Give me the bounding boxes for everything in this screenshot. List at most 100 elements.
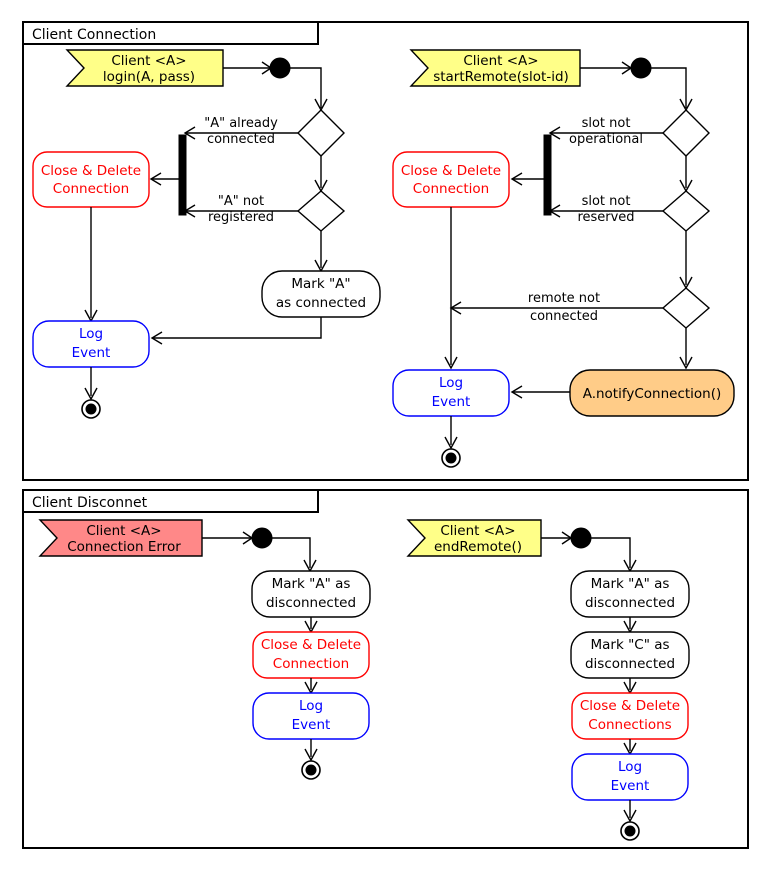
edge-label-line2: registered bbox=[208, 210, 274, 225]
signal-end-remote-line2: endRemote() bbox=[434, 539, 522, 555]
edge-label-line2: connected bbox=[207, 132, 275, 147]
action-shape bbox=[32, 151, 150, 208]
edge-label-line2: reserved bbox=[577, 210, 634, 225]
edge-label-a-not-registered: "A" not registered bbox=[208, 194, 274, 225]
edge-label-line2: connected bbox=[530, 309, 598, 324]
action-label-line2: Event bbox=[72, 345, 111, 361]
edge-mark-a-connected-to-log-event-1 bbox=[153, 317, 322, 339]
final-node-3 bbox=[301, 760, 321, 780]
frame-title-client-disconnet: Client Disconnet bbox=[32, 495, 148, 511]
action-close-delete-connection-3[interactable]: Close & Delete Connection bbox=[252, 631, 370, 679]
action-label-line2: as connected bbox=[276, 295, 366, 311]
edge-label-slot-not-reserved: slot not reserved bbox=[577, 194, 634, 225]
action-label-line2: Connection bbox=[413, 181, 489, 197]
action-close-delete-connection-1[interactable]: Close & Delete Connection bbox=[32, 151, 150, 208]
edge-label-slot-not-operational: slot not operational bbox=[569, 116, 643, 147]
signal-connection-error-line1: Client <A> bbox=[86, 523, 161, 539]
action-label-line2: Event bbox=[611, 778, 650, 794]
action-log-event-2[interactable]: Log Event bbox=[392, 369, 510, 417]
action-log-event-3[interactable]: Log Event bbox=[252, 692, 370, 740]
decision-slot-not-operational bbox=[662, 109, 710, 157]
initial-node-end-remote bbox=[541, 527, 592, 549]
signal-end-remote-line1: Client <A> bbox=[440, 523, 515, 539]
decision-diamond bbox=[296, 190, 346, 232]
initial-node-dot bbox=[570, 527, 592, 549]
action-log-event-1[interactable]: Log Event bbox=[32, 320, 150, 368]
action-label-line1: Close & Delete bbox=[41, 163, 141, 179]
action-label-line2: Event bbox=[432, 394, 471, 410]
action-mark-a-connected[interactable]: Mark "A" as connected bbox=[261, 270, 381, 318]
decision-remote-not-connected bbox=[661, 287, 711, 329]
action-shape bbox=[392, 151, 510, 208]
decision-a-not-registered bbox=[296, 190, 346, 232]
initial-node-start-remote bbox=[580, 57, 652, 79]
action-label-line2: Connections bbox=[588, 717, 671, 733]
final-node-1 bbox=[81, 399, 101, 419]
action-close-delete-connections-4[interactable]: Close & Delete Connections bbox=[571, 692, 689, 740]
final-node-dot bbox=[305, 764, 317, 776]
initial-node-dot bbox=[630, 57, 652, 79]
decision-diamond bbox=[662, 109, 710, 157]
action-label-line2: disconnected bbox=[585, 656, 675, 672]
initial-node-login bbox=[223, 57, 291, 79]
edge-conn-error-to-mark-a-disc-1 bbox=[272, 537, 311, 568]
decision-slot-not-reserved bbox=[661, 190, 711, 232]
action-label-line1: Mark "A" bbox=[291, 276, 350, 292]
signal-start-remote-line1: Client <A> bbox=[463, 53, 538, 69]
signal-login-line2: login(A, pass) bbox=[103, 69, 195, 85]
action-label-line2: Event bbox=[292, 717, 331, 733]
action-label-line1: Mark "C" as bbox=[590, 637, 669, 653]
decision-diamond bbox=[661, 287, 711, 329]
final-node-2 bbox=[441, 448, 461, 468]
activity-diagram-canvas: Client Connection Client <A> login(A, pa… bbox=[22, 21, 749, 849]
final-node-dot bbox=[85, 403, 97, 415]
action-label-line1: Log bbox=[299, 698, 323, 714]
signal-connection-error-line2: Connection Error bbox=[67, 539, 181, 555]
action-label-line1: Log bbox=[618, 759, 642, 775]
action-label-line1: Close & Delete bbox=[580, 698, 680, 714]
edge-end-remote-to-mark-a-disc-2 bbox=[591, 537, 631, 568]
decision-a-already-connected bbox=[297, 109, 345, 157]
action-label-line1: Log bbox=[439, 375, 463, 391]
edge-label-line1: slot not bbox=[582, 194, 631, 209]
final-node-dot bbox=[445, 452, 457, 464]
action-label-line2: disconnected bbox=[585, 595, 675, 611]
action-label-line2: Connection bbox=[53, 181, 129, 197]
decision-diamond bbox=[661, 190, 711, 232]
signal-start-remote[interactable]: Client <A> startRemote(slot-id) bbox=[409, 49, 581, 87]
signal-end-remote[interactable]: Client <A> endRemote() bbox=[406, 519, 542, 557]
signal-connection-error[interactable]: Client <A> Connection Error bbox=[38, 519, 203, 557]
initial-node-connection-error bbox=[202, 527, 273, 549]
final-node-dot bbox=[624, 825, 636, 837]
action-label-line1: Log bbox=[79, 326, 103, 342]
action-mark-a-disconnected-2[interactable]: Mark "A" as disconnected bbox=[570, 570, 690, 618]
action-label-line2: disconnected bbox=[266, 595, 356, 611]
merge-bar-start-remote bbox=[543, 134, 552, 216]
action-label-line2: Connection bbox=[273, 656, 349, 672]
edge-label-line1: "A" not bbox=[218, 194, 264, 209]
action-notify-connection[interactable]: A.notifyConnection() bbox=[569, 369, 735, 417]
edge-label-line1: "A" already bbox=[204, 116, 278, 131]
action-label-line1: Mark "A" as bbox=[591, 576, 670, 592]
edge-label-line1: remote not bbox=[528, 291, 600, 306]
edge-start-remote-to-decision3 bbox=[651, 67, 687, 108]
signal-login[interactable]: Client <A> login(A, pass) bbox=[65, 49, 224, 87]
merge-bar-login bbox=[178, 134, 187, 216]
action-label: A.notifyConnection() bbox=[583, 386, 722, 402]
action-mark-c-disconnected[interactable]: Mark "C" as disconnected bbox=[570, 631, 690, 679]
decision-diamond bbox=[297, 109, 345, 157]
edge-label-a-already-connected: "A" already connected bbox=[204, 116, 278, 147]
final-node-4 bbox=[620, 821, 640, 841]
edge-label-line1: slot not bbox=[582, 116, 631, 131]
frame-title-client-connection: Client Connection bbox=[32, 27, 156, 43]
action-mark-a-disconnected-1[interactable]: Mark "A" as disconnected bbox=[251, 570, 371, 618]
action-label-line1: Mark "A" as bbox=[272, 576, 351, 592]
action-log-event-4[interactable]: Log Event bbox=[571, 753, 689, 801]
signal-login-line1: Client <A> bbox=[111, 53, 186, 69]
initial-node-dot bbox=[269, 57, 291, 79]
signal-start-remote-line2: startRemote(slot-id) bbox=[433, 69, 569, 85]
initial-node-dot bbox=[251, 527, 273, 549]
action-label-line1: Close & Delete bbox=[401, 163, 501, 179]
action-close-delete-connection-2[interactable]: Close & Delete Connection bbox=[392, 151, 510, 208]
edge-label-line2: operational bbox=[569, 132, 643, 147]
